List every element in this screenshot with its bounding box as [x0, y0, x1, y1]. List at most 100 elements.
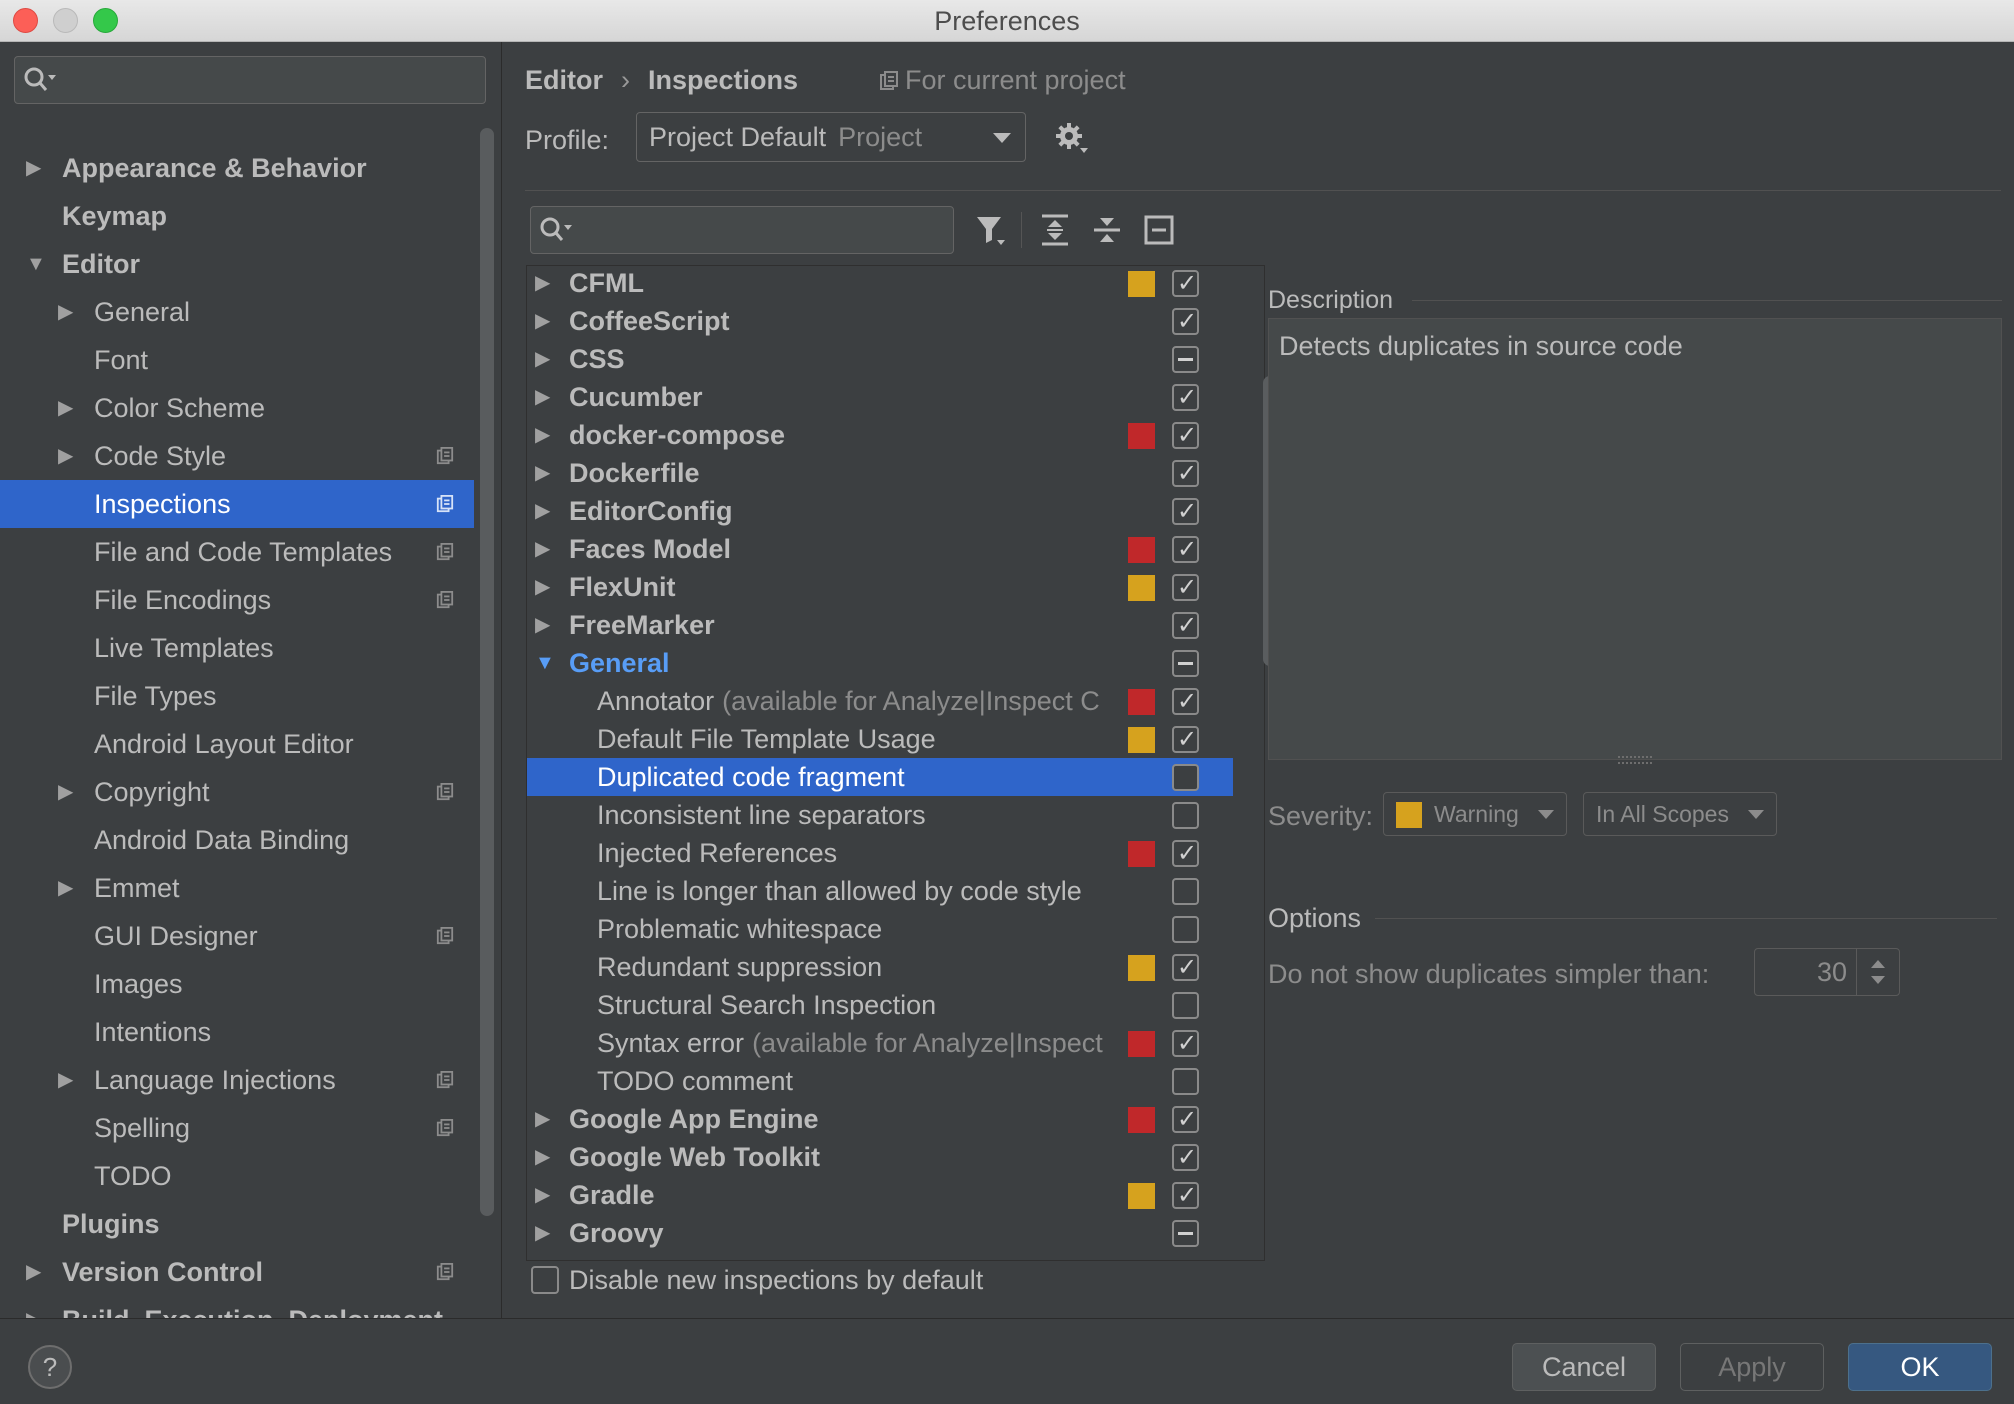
sidebar-item-inspections[interactable]: Inspections: [0, 480, 474, 528]
sidebar-item-images[interactable]: Images: [0, 960, 474, 1008]
sidebar-item-keymap[interactable]: Keymap: [0, 192, 474, 240]
inspection-group-google-app-engine[interactable]: ▶ Google App Engine ✓: [527, 1100, 1233, 1138]
inspection-checkbox[interactable]: [1172, 802, 1199, 829]
sidebar-item-general[interactable]: ▶ General: [0, 288, 474, 336]
inspection-checkbox[interactable]: ✓: [1172, 954, 1199, 981]
sidebar-item-version-control[interactable]: ▶ Version Control: [0, 1248, 474, 1296]
inspection-group-google-web-toolkit[interactable]: ▶ Google Web Toolkit ✓: [527, 1138, 1233, 1176]
sidebar-item-emmet[interactable]: ▶ Emmet: [0, 864, 474, 912]
inspection-item-line-is-longer-than-allowed-by-code-style[interactable]: Line is longer than allowed by code styl…: [527, 872, 1233, 910]
inspection-item-injected-references[interactable]: Injected References ✓: [527, 834, 1233, 872]
inspection-checkbox[interactable]: ✓: [1172, 840, 1199, 867]
duplicates-threshold-stepper[interactable]: 30: [1754, 948, 1900, 996]
collapsed-arrow-icon[interactable]: ▶: [535, 416, 550, 454]
collapsed-arrow-icon[interactable]: ▶: [535, 568, 550, 606]
inspection-group-freemarker[interactable]: ▶ FreeMarker ✓: [527, 606, 1233, 644]
inspection-checkbox[interactable]: ✓: [1172, 726, 1199, 753]
collapsed-arrow-icon[interactable]: ▶: [58, 864, 73, 912]
collapsed-arrow-icon[interactable]: ▶: [535, 302, 550, 340]
severity-select[interactable]: Warning: [1383, 792, 1567, 836]
sidebar-scrollbar[interactable]: [480, 128, 494, 1216]
inspection-checkbox[interactable]: [1172, 1068, 1199, 1095]
inspection-group-faces-model[interactable]: ▶ Faces Model ✓: [527, 530, 1233, 568]
inspection-checkbox[interactable]: ✓: [1172, 270, 1199, 297]
cancel-button[interactable]: Cancel: [1512, 1343, 1656, 1391]
collapsed-arrow-icon[interactable]: ▶: [535, 1176, 550, 1214]
inspection-item-redundant-suppression[interactable]: Redundant suppression ✓: [527, 948, 1233, 986]
collapsed-arrow-icon[interactable]: ▶: [535, 606, 550, 644]
collapsed-arrow-icon[interactable]: ▶: [58, 288, 73, 336]
inspection-group-editorconfig[interactable]: ▶ EditorConfig ✓: [527, 492, 1233, 530]
collapsed-arrow-icon[interactable]: ▶: [535, 1100, 550, 1138]
inspection-group-flexunit[interactable]: ▶ FlexUnit ✓: [527, 568, 1233, 606]
inspection-search-input[interactable]: [530, 206, 954, 254]
sidebar-item-android-data-binding[interactable]: Android Data Binding: [0, 816, 474, 864]
inspection-group-docker-compose[interactable]: ▶ docker-compose ✓: [527, 416, 1233, 454]
duplicates-threshold-value[interactable]: 30: [1817, 949, 1847, 995]
settings-search-input[interactable]: [14, 56, 486, 104]
sidebar-item-live-templates[interactable]: Live Templates: [0, 624, 474, 672]
expanded-arrow-icon[interactable]: ▼: [535, 644, 555, 682]
inspection-checkbox[interactable]: [1172, 346, 1199, 373]
sidebar-item-file-and-code-templates[interactable]: File and Code Templates: [0, 528, 474, 576]
sidebar-item-gui-designer[interactable]: GUI Designer: [0, 912, 474, 960]
collapsed-arrow-icon[interactable]: ▶: [535, 454, 550, 492]
collapsed-arrow-icon[interactable]: ▶: [535, 378, 550, 416]
sidebar-item-language-injections[interactable]: ▶ Language Injections: [0, 1056, 474, 1104]
collapsed-arrow-icon[interactable]: ▶: [58, 384, 73, 432]
ok-button[interactable]: OK: [1848, 1343, 1992, 1391]
inspection-item-problematic-whitespace[interactable]: Problematic whitespace: [527, 910, 1233, 948]
inspection-item-default-file-template-usage[interactable]: Default File Template Usage ✓: [527, 720, 1233, 758]
inspection-group-css[interactable]: ▶ CSS: [527, 340, 1233, 378]
inspection-item-syntax-error[interactable]: Syntax error (available for Analyze|Inspe…: [527, 1024, 1233, 1062]
inspection-group-gradle[interactable]: ▶ Gradle ✓: [527, 1176, 1233, 1214]
inspection-checkbox[interactable]: [1172, 878, 1199, 905]
sidebar-item-intentions[interactable]: Intentions: [0, 1008, 474, 1056]
sidebar-item-todo[interactable]: TODO: [0, 1152, 474, 1200]
collapsed-arrow-icon[interactable]: ▶: [26, 1248, 41, 1296]
inspection-item-duplicated-code-fragment[interactable]: Duplicated code fragment: [527, 758, 1233, 796]
collapse-all-icon[interactable]: [1089, 212, 1125, 248]
inspection-checkbox[interactable]: [1172, 650, 1199, 677]
inspection-item-todo-comment[interactable]: TODO comment: [527, 1062, 1233, 1100]
inspection-checkbox[interactable]: ✓: [1172, 688, 1199, 715]
inspection-checkbox[interactable]: ✓: [1172, 498, 1199, 525]
inspection-group-coffeescript[interactable]: ▶ CoffeeScript ✓: [527, 302, 1233, 340]
sidebar-item-font[interactable]: Font: [0, 336, 474, 384]
inspection-checkbox[interactable]: ✓: [1172, 574, 1199, 601]
inspection-checkbox[interactable]: ✓: [1172, 1030, 1199, 1057]
sidebar-item-android-layout-editor[interactable]: Android Layout Editor: [0, 720, 474, 768]
gear-icon[interactable]: [1053, 120, 1089, 156]
sidebar-item-file-types[interactable]: File Types: [0, 672, 474, 720]
collapsed-arrow-icon[interactable]: ▶: [26, 144, 41, 192]
collapsed-arrow-icon[interactable]: ▶: [58, 768, 73, 816]
inspection-checkbox[interactable]: ✓: [1172, 384, 1199, 411]
collapsed-arrow-icon[interactable]: ▶: [535, 264, 550, 302]
expand-all-icon[interactable]: [1037, 212, 1073, 248]
inspection-group-general[interactable]: ▼ General: [527, 644, 1233, 682]
reset-icon[interactable]: [1141, 212, 1177, 248]
profile-select[interactable]: Project Default Project: [636, 112, 1026, 162]
collapsed-arrow-icon[interactable]: ▶: [58, 432, 73, 480]
inspection-checkbox[interactable]: [1172, 1220, 1199, 1247]
inspection-checkbox[interactable]: ✓: [1172, 536, 1199, 563]
sidebar-item-color-scheme[interactable]: ▶ Color Scheme: [0, 384, 474, 432]
inspection-checkbox[interactable]: [1172, 764, 1199, 791]
sidebar-item-plugins[interactable]: Plugins: [0, 1200, 474, 1248]
inspection-checkbox[interactable]: [1172, 916, 1199, 943]
collapsed-arrow-icon[interactable]: ▶: [535, 492, 550, 530]
inspection-checkbox[interactable]: [1172, 992, 1199, 1019]
collapsed-arrow-icon[interactable]: ▶: [535, 340, 550, 378]
sidebar-item-copyright[interactable]: ▶ Copyright: [0, 768, 474, 816]
inspection-checkbox[interactable]: ✓: [1172, 460, 1199, 487]
expanded-arrow-icon[interactable]: ▼: [26, 240, 46, 288]
sidebar-item-appearance-behavior[interactable]: ▶ Appearance & Behavior: [0, 144, 474, 192]
inspection-checkbox[interactable]: ✓: [1172, 422, 1199, 449]
collapsed-arrow-icon[interactable]: ▶: [535, 530, 550, 568]
filter-icon[interactable]: [973, 212, 1009, 248]
inspection-item-inconsistent-line-separators[interactable]: Inconsistent line separators: [527, 796, 1233, 834]
inspection-item-structural-search-inspection[interactable]: Structural Search Inspection: [527, 986, 1233, 1024]
inspection-group-dockerfile[interactable]: ▶ Dockerfile ✓: [527, 454, 1233, 492]
inspection-group-groovy[interactable]: ▶ Groovy: [527, 1214, 1233, 1252]
splitter-grip[interactable]: [1618, 756, 1652, 764]
